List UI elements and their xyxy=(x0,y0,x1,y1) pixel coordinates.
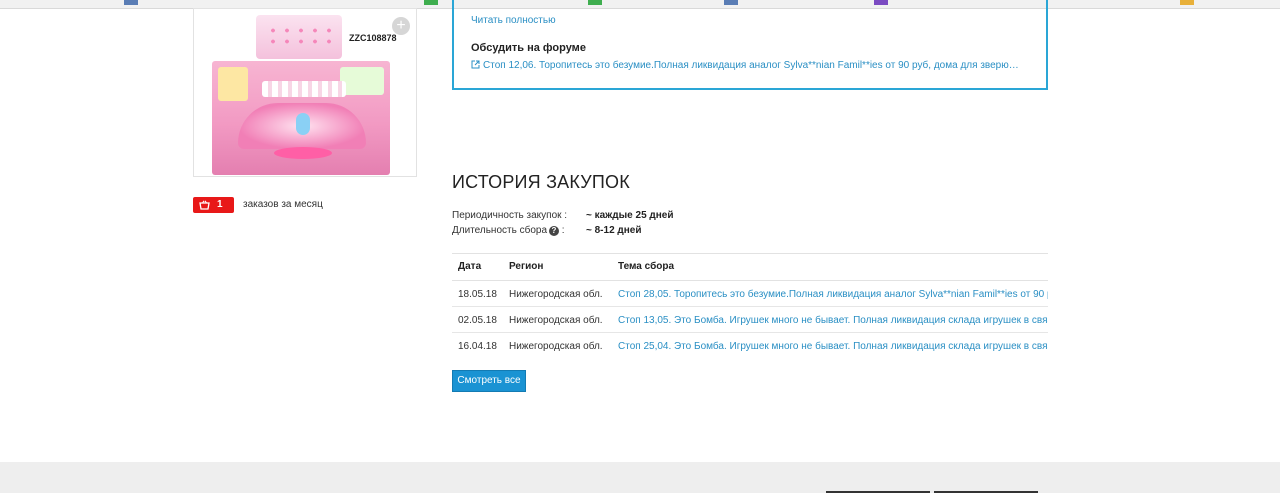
column-header-region: Регион xyxy=(509,261,544,272)
product-code: ZZC108878 xyxy=(349,33,397,43)
forum-link-text[interactable]: Стоп 12,06. Торопитесь это безумие.Полна… xyxy=(483,60,1019,71)
view-all-button[interactable]: Смотреть все xyxy=(452,370,526,392)
row-topic-link[interactable]: Стоп 25,04. Это Бомба. Игрушек много не … xyxy=(618,341,1048,352)
row-date: 18.05.18 xyxy=(458,289,497,300)
forum-title: Обсудить на форуме xyxy=(471,42,586,54)
bookmark-icon[interactable] xyxy=(424,0,438,5)
purchase-info-box: Читать полностью Обсудить на форуме Стоп… xyxy=(452,0,1048,90)
period-label: Периодичность закупок : xyxy=(452,210,568,221)
history-table: Дата Регион Тема сбора 18.05.18 Нижегоро… xyxy=(452,253,1048,358)
read-more-link[interactable]: Читать полностью xyxy=(471,15,556,26)
row-topic-link[interactable]: Стоп 28,05. Торопитесь это безумие.Полна… xyxy=(618,289,1048,300)
orders-label: заказов за месяц xyxy=(243,199,323,210)
table-header: Дата Регион Тема сбора xyxy=(452,253,1048,281)
product-box-main xyxy=(212,61,390,175)
row-date: 16.04.18 xyxy=(458,341,497,352)
product-box-small xyxy=(256,15,342,59)
history-title: ИСТОРИЯ ЗАКУПОК xyxy=(452,172,630,192)
row-topic-link[interactable]: Стоп 13,05. Это Бомба. Игрушек много не … xyxy=(618,315,1048,326)
duration-label-wrap: Длительность сбора? : xyxy=(452,225,565,236)
column-header-topic: Тема сбора xyxy=(618,261,675,272)
duration-label: Длительность сбора xyxy=(452,225,547,236)
period-value: ~ каждые 25 дней xyxy=(586,210,674,221)
table-row: 18.05.18 Нижегородская обл. Стоп 28,05. … xyxy=(452,281,1048,307)
help-icon[interactable]: ? xyxy=(549,226,559,236)
footer xyxy=(0,462,1280,493)
orders-count: 1 xyxy=(217,199,223,210)
orders-badge: 1 xyxy=(193,197,234,213)
table-row: 16.04.18 Нижегородская обл. Стоп 25,04. … xyxy=(452,333,1048,358)
bookmark-icon[interactable] xyxy=(1180,0,1194,5)
table-row: 02.05.18 Нижегородская обл. Стоп 13,05. … xyxy=(452,307,1048,333)
plus-icon[interactable]: + xyxy=(392,17,410,35)
product-image[interactable]: ZZC108878 + xyxy=(193,8,417,177)
row-region: Нижегородская обл. xyxy=(509,289,603,300)
duration-colon: : xyxy=(561,225,565,236)
row-region: Нижегородская обл. xyxy=(509,341,603,352)
cart-icon xyxy=(199,200,210,210)
column-header-date: Дата xyxy=(458,261,482,272)
row-region: Нижегородская обл. xyxy=(509,315,603,326)
duration-value: ~ 8-12 дней xyxy=(586,225,642,236)
external-link-icon xyxy=(471,60,480,69)
forum-link[interactable]: Стоп 12,06. Торопитесь это безумие.Полна… xyxy=(471,60,1031,71)
row-date: 02.05.18 xyxy=(458,315,497,326)
bookmark-icon[interactable] xyxy=(124,0,138,5)
